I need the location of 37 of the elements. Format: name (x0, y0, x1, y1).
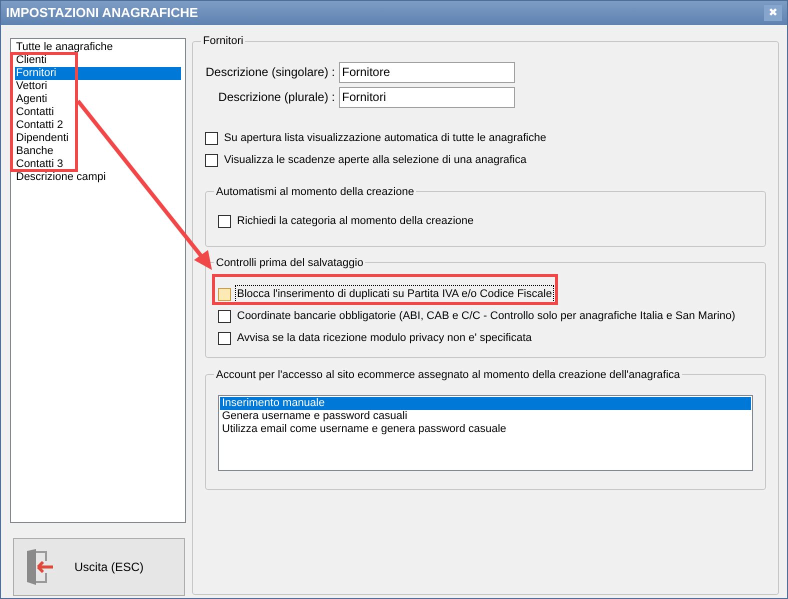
group-title: Controlli prima del salvataggio (215, 256, 364, 270)
checkbox[interactable] (218, 288, 231, 300)
checkbox[interactable] (205, 154, 218, 167)
text-field[interactable]: Fornitori (339, 86, 515, 108)
option-label: Avvisa se la data ricezione modulo privacy non e' specificata (236, 330, 533, 346)
exit-button[interactable]: Uscita (ESC) (13, 538, 185, 596)
list-item[interactable]: Contatti (15, 106, 181, 119)
text-field[interactable]: Fornitore (339, 62, 515, 82)
list-item[interactable]: Utilizza email come username e genera password casuale (220, 423, 751, 436)
checkbox[interactable] (218, 310, 231, 322)
list-item[interactable]: Descrizione campi (15, 171, 181, 184)
group-title: Automatismi al momento della creazione (215, 184, 416, 200)
checkbox[interactable] (205, 132, 218, 145)
window-title: IMPOSTAZIONI ANAGRAFICHE (6, 4, 198, 22)
option-label: Blocca l'inserimento di duplicati su Partita IVA e/o Codice Fiscale (235, 284, 554, 304)
list-item[interactable]: Tutte le anagrafiche (15, 41, 181, 54)
list-item[interactable]: Contatti 3 (15, 158, 181, 171)
list-item[interactable]: Fornitori (15, 67, 181, 80)
field-label: Descrizione (singolare) : (205, 64, 335, 81)
list-item[interactable]: Agenti (15, 93, 181, 106)
list-item[interactable]: Contatti 2 (15, 119, 181, 132)
list-item[interactable]: Clienti (15, 54, 181, 67)
option-label: Su apertura lista visualizzazione automatica di tutte le anagrafiche (223, 131, 548, 146)
checkbox[interactable] (218, 214, 231, 228)
group-title: Account per l'accesso al sito ecommerce assegnato al momento della creazione dell'anagrafica (215, 368, 682, 382)
checkbox[interactable] (218, 332, 231, 344)
exit-door-icon (26, 549, 54, 585)
option-label: Visualizza le scadenze aperte alla selezione di una anagrafica (223, 153, 528, 168)
list-item[interactable]: Dipendenti (15, 132, 181, 145)
list-item[interactable]: Banche (15, 145, 181, 158)
option-label: Richiedi la categoria al momento della creazione (236, 214, 475, 229)
option-label: Coordinate bancarie obbligatorie (ABI, CAB e C/C - Controllo solo per anagrafiche Italia e San Marino) (236, 308, 736, 324)
panel-title: Fornitori (202, 34, 244, 49)
list-item[interactable]: Inserimento manuale (220, 397, 751, 410)
list-item[interactable]: Vettori (15, 80, 181, 93)
list-item[interactable]: Genera username e password casuali (220, 410, 751, 423)
field-label: Descrizione (plurale) : (217, 89, 335, 106)
